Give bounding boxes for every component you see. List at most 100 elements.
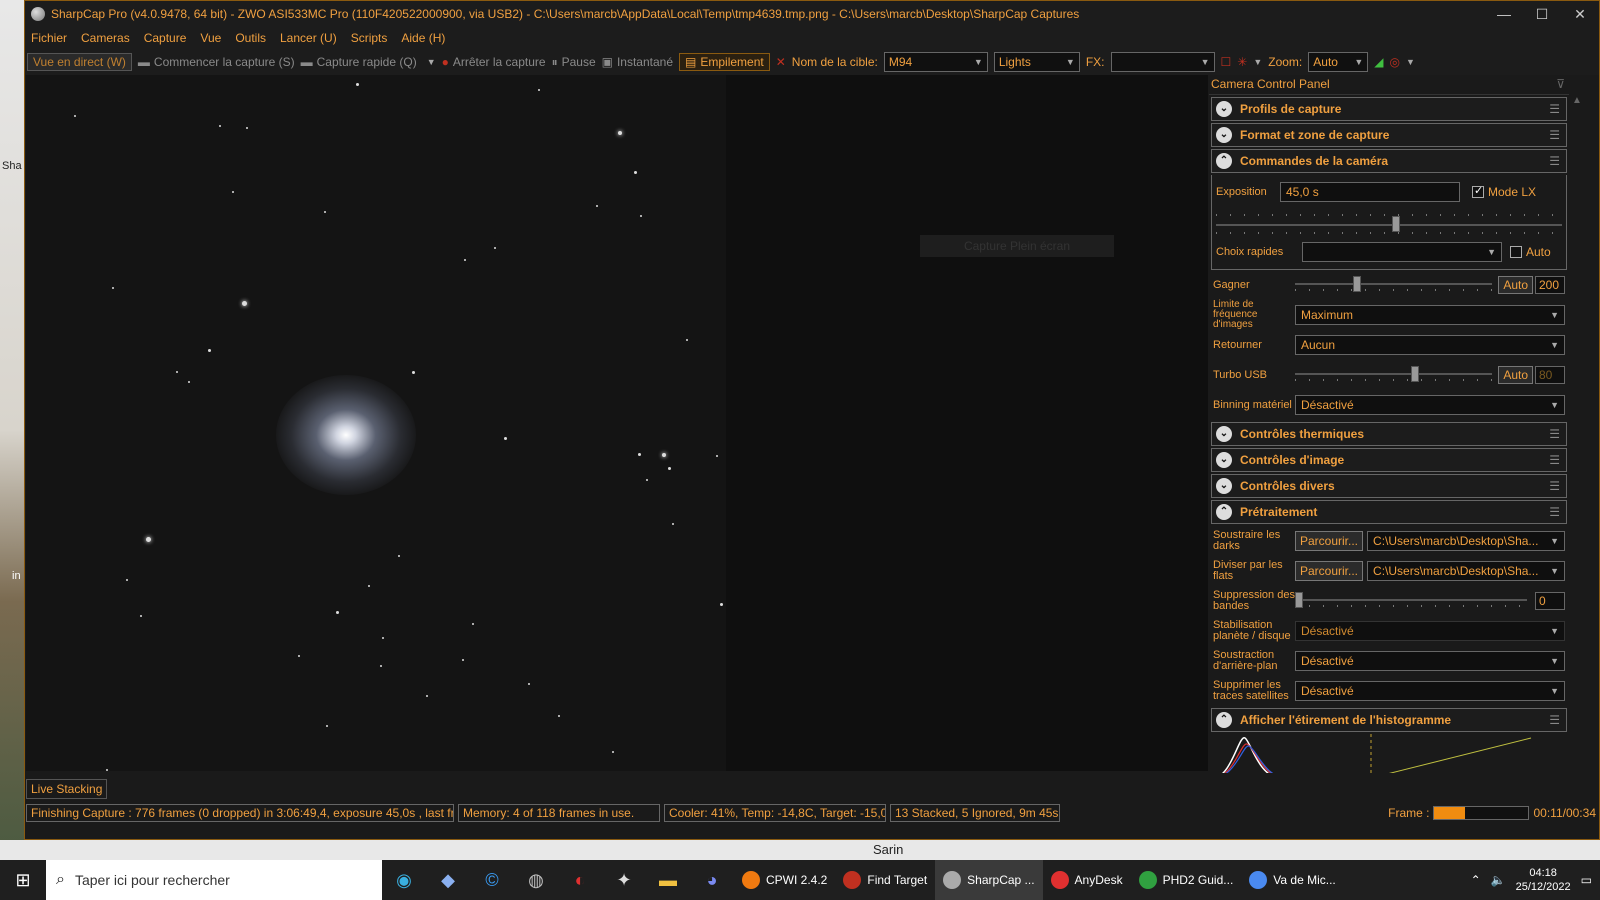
chevron-down-icon[interactable]: ▼ [1406, 57, 1415, 67]
start-capture-button[interactable]: ▬ Commencer la capture (S) [138, 55, 295, 69]
auto-checkbox[interactable] [1510, 246, 1522, 258]
hamburger-icon[interactable]: ☰ [1549, 505, 1560, 519]
pause-button[interactable]: ⏸ Pause [552, 55, 596, 70]
discord-icon[interactable]: ◕ [690, 870, 734, 891]
banding-value[interactable]: 0 [1535, 592, 1565, 610]
quick-auto-toggle[interactable]: Auto [1510, 245, 1551, 259]
taskbar-app[interactable]: Find Target [835, 860, 935, 900]
slider-thumb[interactable] [1353, 276, 1361, 292]
hamburger-icon[interactable]: ☰ [1549, 154, 1560, 168]
taskbar-app[interactable]: AnyDesk [1043, 860, 1131, 900]
reticle-icon[interactable]: ☐ [1221, 55, 1232, 69]
binning-select[interactable]: Désactivé ▼ [1295, 395, 1565, 415]
lx-mode-toggle[interactable]: Mode LX [1472, 184, 1536, 199]
hamburger-icon[interactable]: ☰ [1549, 453, 1560, 467]
taskbar-search[interactable]: ⌕ Taper ici pour rechercher [46, 860, 382, 900]
menu-file[interactable]: Fichier [31, 31, 67, 45]
gain-auto-button[interactable]: Auto [1498, 276, 1533, 294]
section-thermal[interactable]: ⌄ Contrôles thermiques ☰ [1211, 422, 1567, 446]
gain-value[interactable]: 200 [1535, 276, 1565, 294]
section-histogram[interactable]: ⌃ Afficher l'étirement de l'histogramme … [1211, 708, 1567, 732]
histogram-icon[interactable]: ◢ [1374, 55, 1383, 69]
fx-select[interactable]: ▼ [1110, 52, 1215, 72]
close-button[interactable]: ✕ [1561, 6, 1599, 23]
section-format[interactable]: ⌄ Format et zone de capture ☰ [1211, 123, 1567, 147]
pin-icon[interactable]: ⊽ [1556, 77, 1565, 94]
edge-icon[interactable]: ◉ [382, 870, 426, 891]
section-preprocessing[interactable]: ⌃ Prétraitement ☰ [1211, 500, 1567, 524]
target-select[interactable]: M94 ▼ [883, 52, 988, 72]
exposure-input[interactable]: 45,0 s [1280, 182, 1460, 202]
slider-thumb[interactable] [1411, 366, 1419, 382]
chevron-down-icon[interactable]: ▼ [427, 57, 436, 67]
snapshot-button[interactable]: ▣ Instantané [602, 55, 673, 69]
section-image[interactable]: ⌄ Contrôles d'image ☰ [1211, 448, 1567, 472]
flats-browse-button[interactable]: Parcourir... [1295, 561, 1364, 581]
lx-mode-checkbox[interactable] [1472, 184, 1484, 198]
quick-choice-select[interactable]: ▼ [1302, 242, 1502, 262]
menu-capture[interactable]: Capture [144, 31, 187, 45]
live-stacking-tab[interactable]: Live Stacking [26, 779, 108, 799]
taskbar-app[interactable]: Va de Mic... [1241, 860, 1343, 900]
app-icon[interactable]: ◍ [514, 870, 558, 891]
flats-path-select[interactable]: C:\Users\marcb\Desktop\Sha... ▼ [1367, 561, 1565, 581]
panel-scrollbar[interactable]: ▲ [1570, 95, 1584, 771]
crosshair-icon[interactable]: ✳ [1237, 55, 1247, 69]
live-view-button[interactable]: Vue en direct (W) [27, 53, 132, 71]
exposure-slider[interactable] [1216, 212, 1562, 234]
focus-icon[interactable]: ◎ [1390, 55, 1400, 69]
hamburger-icon[interactable]: ☰ [1549, 427, 1560, 441]
darks-browse-button[interactable]: Parcourir... [1295, 531, 1364, 551]
menu-help[interactable]: Aide (H) [401, 31, 445, 45]
menu-tools[interactable]: Outils [235, 31, 266, 45]
darks-path-select[interactable]: C:\Users\marcb\Desktop\Sha... ▼ [1367, 531, 1565, 551]
menu-launch[interactable]: Lancer (U) [280, 31, 337, 45]
taskbar-app[interactable]: SharpCap ... [935, 860, 1043, 900]
histogram-plot[interactable] [1211, 734, 1567, 773]
taskbar-app[interactable]: CPWI 2.4.2 [734, 860, 835, 900]
taskbar-app[interactable]: PHD2 Guid... [1131, 860, 1242, 900]
minimize-button[interactable]: — [1485, 6, 1523, 22]
hamburger-icon[interactable]: ☰ [1549, 479, 1560, 493]
frame-type-select[interactable]: Lights ▼ [993, 52, 1080, 72]
folder-icon[interactable]: ▬ [646, 870, 690, 891]
image-viewport[interactable]: Capture Plein écran [26, 75, 1208, 771]
ccleaner-icon[interactable]: © [470, 870, 514, 891]
star-app-icon[interactable]: ✦ [602, 870, 646, 891]
maximize-button[interactable]: ☐ [1523, 6, 1561, 23]
volume-icon[interactable]: 🔈 [1491, 873, 1506, 887]
usb-value[interactable]: 80 [1535, 366, 1565, 384]
menu-scripts[interactable]: Scripts [351, 31, 388, 45]
framerate-select[interactable]: Maximum ▼ [1295, 305, 1565, 325]
chevron-up-icon[interactable]: ⌃ [1471, 873, 1481, 887]
windows-start-icon[interactable]: ⊞ [0, 870, 46, 891]
usb-auto-button[interactable]: Auto [1498, 366, 1533, 384]
stop-capture-button[interactable]: ● Arrêter la capture [442, 55, 546, 69]
section-capture-profiles[interactable]: ⌄ Profils de capture ☰ [1211, 97, 1567, 121]
hamburger-icon[interactable]: ☰ [1549, 713, 1560, 727]
notification-icon[interactable]: ▭ [1581, 873, 1592, 887]
menu-cameras[interactable]: Cameras [81, 31, 130, 45]
stabilization-select[interactable]: Désactivé ▼ [1295, 621, 1565, 641]
app-icon[interactable]: ◆ [426, 870, 470, 891]
slider-thumb[interactable] [1392, 216, 1400, 232]
slider-thumb[interactable] [1295, 592, 1303, 608]
usb-slider[interactable] [1295, 365, 1493, 385]
background-select[interactable]: Désactivé ▼ [1295, 651, 1565, 671]
section-misc[interactable]: ⌄ Contrôles divers ☰ [1211, 474, 1567, 498]
fullscreen-capture-button[interactable]: Capture Plein écran [920, 235, 1114, 257]
menu-view[interactable]: Vue [200, 31, 221, 45]
banding-slider[interactable] [1295, 591, 1527, 611]
quick-capture-button[interactable]: ▬ Capture rapide (Q) ▼ [301, 55, 436, 69]
clock[interactable]: 04:18 25/12/2022 [1516, 866, 1571, 894]
hamburger-icon[interactable]: ☰ [1549, 102, 1560, 116]
section-camera-controls[interactable]: ⌃ Commandes de la caméra ☰ [1211, 149, 1567, 173]
chevron-down-icon[interactable]: ▼ [1253, 57, 1262, 67]
stacking-button[interactable]: ▤ Empilement [679, 53, 770, 71]
app-icon[interactable]: ◐ [558, 870, 602, 891]
flip-select[interactable]: Aucun ▼ [1295, 335, 1565, 355]
gain-slider[interactable] [1295, 275, 1493, 295]
satellite-select[interactable]: Désactivé ▼ [1295, 681, 1565, 701]
scroll-up-icon[interactable]: ▲ [1570, 95, 1584, 106]
hamburger-icon[interactable]: ☰ [1549, 128, 1560, 142]
